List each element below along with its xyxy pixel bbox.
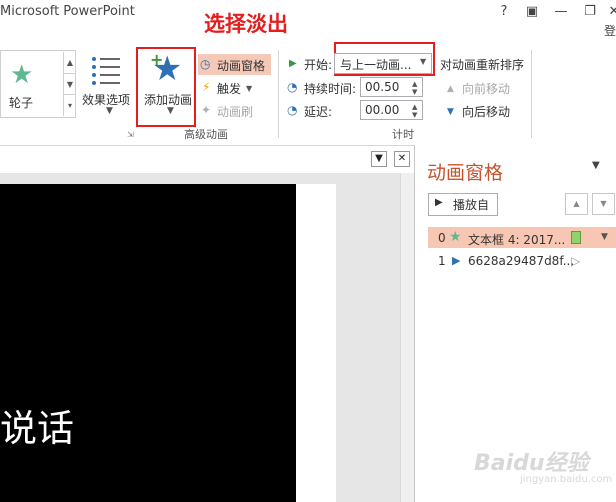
item-label: 文本框 4: 2017... (468, 233, 566, 247)
signin-link[interactable]: 登 (604, 22, 616, 39)
pane-title: 动画窗格 (427, 162, 504, 184)
item-dropdown-icon[interactable]: ▼ (601, 232, 608, 242)
gallery-more-icon[interactable]: ▾ (64, 94, 76, 115)
delay-clock-icon: ◔ (287, 103, 298, 117)
start-select-value: 与上一动画... (340, 58, 412, 72)
chevron-down-icon: ▼ (420, 57, 427, 66)
start-play-icon: ▶ (289, 58, 297, 69)
animation-pane-button[interactable]: 动画窗格 (217, 57, 265, 74)
start-label: 开始: (304, 58, 333, 72)
ribbon-display-button[interactable]: ▣ (522, 3, 542, 21)
duration-label: 持续时间: (304, 82, 357, 96)
delay-label: 延迟: (304, 105, 333, 119)
slide-text[interactable]: 说话 (0, 407, 74, 451)
dialog-launcher-icon[interactable]: ⇲ (127, 128, 134, 142)
spinner-up-icon[interactable]: ▲ (412, 80, 417, 88)
slide-scrollbar[interactable] (400, 173, 414, 502)
advanced-animation-group-label: 高级动画 (184, 128, 228, 141)
play-icon: ▶ (435, 197, 443, 208)
gallery-down-icon[interactable]: ▼ (64, 73, 76, 94)
gallery-item-label[interactable]: 轮子 (9, 94, 33, 111)
panel-close-icon[interactable]: ✕ (394, 151, 410, 167)
slide-panel-header (0, 145, 414, 173)
entrance-star-icon: ★ (449, 229, 462, 245)
move-later-button[interactable]: 向后移动 (462, 103, 510, 120)
move-earlier-icon: ▲ (447, 84, 454, 94)
close-button[interactable]: ✕ (604, 3, 616, 21)
reorder-label: 对动画重新排序 (440, 58, 525, 72)
app-title: Microsoft PowerPoint (0, 4, 135, 19)
ribbon-separator (531, 50, 532, 138)
effect-options-icon[interactable] (92, 56, 126, 85)
item-index: 0 (438, 231, 446, 245)
chevron-down-icon: ▼ (106, 106, 113, 116)
spinner-down-icon[interactable]: ▼ (412, 88, 417, 96)
lightning-icon: ⚡ (202, 80, 211, 94)
duration-value[interactable]: 00.50 (365, 80, 399, 94)
timing-bar (571, 231, 581, 244)
play-from-label: 播放自 (453, 198, 490, 212)
media-play-icon: ▶ (452, 254, 461, 267)
pane-menu-icon[interactable]: ▼ (592, 160, 600, 171)
watermark-url: jingyan.baidu.com (520, 474, 613, 485)
panel-menu-icon[interactable]: ▼ (371, 151, 387, 167)
wheel-star-icon: ★ (10, 60, 34, 90)
timing-group-label: 计时 (392, 128, 414, 141)
chevron-down-icon: ▼ (167, 106, 174, 116)
animation-painter-button[interactable]: 动画刷 (217, 103, 253, 120)
slide-margin (296, 184, 336, 502)
minimize-button[interactable]: — (551, 3, 571, 21)
move-earlier-button[interactable]: 向前移动 (462, 80, 510, 97)
move-down-icon[interactable]: ▼ (592, 193, 615, 215)
timing-marker-icon: ▷ (571, 254, 581, 268)
chevron-down-icon: ▼ (246, 84, 253, 93)
spinner-down-icon[interactable]: ▼ (412, 111, 417, 119)
trigger-button[interactable]: 触发 (217, 80, 241, 97)
move-up-icon[interactable]: ▲ (565, 193, 588, 215)
restore-button[interactable]: ❐ (580, 3, 600, 21)
gallery-up-icon[interactable]: ▲ (64, 52, 76, 73)
clock-icon: ◔ (287, 80, 298, 94)
spinner-up-icon[interactable]: ▲ (412, 103, 417, 111)
gallery-scrollbar[interactable]: ▲ ▼ ▾ (63, 52, 76, 116)
item-index: 1 (438, 254, 446, 268)
move-later-icon: ▼ (447, 107, 454, 117)
annotation-text: 选择淡出 (204, 12, 288, 36)
help-button[interactable]: ? (494, 3, 514, 21)
painter-icon: ✦ (201, 103, 212, 117)
slide-canvas[interactable] (0, 184, 296, 502)
plus-icon: + (150, 50, 164, 69)
animation-pane-icon: ◷ (200, 57, 211, 71)
watermark-logo: Baidu经验 (474, 451, 589, 476)
ribbon-separator (278, 50, 279, 138)
delay-value[interactable]: 00.00 (365, 103, 399, 117)
item-label[interactable]: 6628a29487d8f... (468, 254, 574, 268)
